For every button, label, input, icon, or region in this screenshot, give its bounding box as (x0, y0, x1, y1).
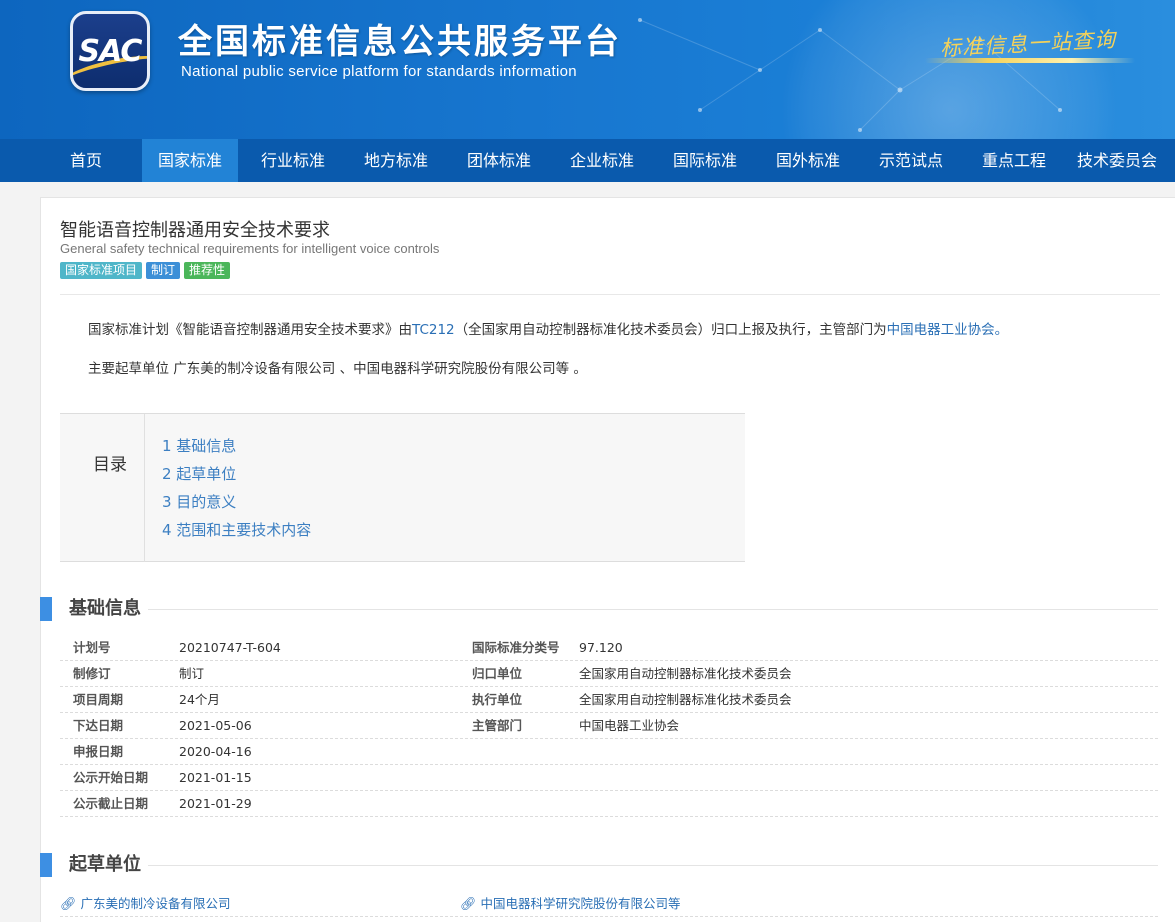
logo-text: SAC (78, 34, 143, 69)
tag-project-type: 国家标准项目 (60, 262, 143, 279)
info-label: 公示截止日期 (73, 796, 149, 811)
nav-item-international[interactable]: 国际标准 (657, 139, 753, 182)
info-row: 项目周期 24个月 执行单位 全国家用自动控制器标准化技术委员会 (60, 687, 1158, 713)
info-label: 国际标准分类号 (472, 640, 560, 655)
info-row: 计划号 20210747-T-604 国际标准分类号 97.120 (60, 635, 1158, 661)
tag-nature: 推荐性 (184, 262, 231, 279)
department-link[interactable]: 中国电器工业协会 (579, 713, 679, 739)
info-row: 下达日期 2021-05-06 主管部门 中国电器工业协会 (60, 713, 1158, 739)
info-value: 2021-01-29 (179, 796, 252, 811)
info-row: 制修订 制订 归口单位 全国家用自动控制器标准化技术委员会 (60, 661, 1158, 687)
section-title: 起草单位 (69, 854, 141, 875)
info-label: 主管部门 (472, 718, 523, 733)
toc-label: 目录 (93, 455, 127, 475)
info-label: 公示开始日期 (73, 770, 149, 785)
section-heading-drafters: 起草单位 (40, 853, 1160, 877)
nav-item-home[interactable]: 首页 (38, 139, 134, 182)
sac-logo[interactable]: SAC (70, 11, 150, 91)
info-value: 2021-01-15 (179, 770, 252, 785)
info-value: 2020-04-16 (179, 744, 252, 759)
info-value: 24个月 (179, 692, 220, 707)
site-subtitle: National public service platform for sta… (181, 63, 577, 80)
info-value: 制订 (179, 666, 205, 681)
section-title: 基础信息 (69, 598, 141, 619)
standard-title-en: General safety technical requirements fo… (60, 241, 440, 256)
nav-item-foreign[interactable]: 国外标准 (760, 139, 856, 182)
summary-text-prefix: 国家标准计划《智能语音控制器通用安全技术要求》由 (88, 322, 412, 338)
info-row: 申报日期 2020-04-16 (60, 739, 1158, 765)
nav-item-national[interactable]: 国家标准 (142, 139, 238, 182)
nav-item-enterprise[interactable]: 企业标准 (554, 139, 650, 182)
info-row: 公示截止日期 2021-01-29 (60, 791, 1158, 817)
info-row: 公示开始日期 2021-01-15 (60, 765, 1158, 791)
section-rule (148, 609, 1158, 610)
info-label: 下达日期 (73, 718, 124, 733)
nav-item-committee[interactable]: 技术委员会 (1069, 139, 1165, 182)
info-label: 项目周期 (73, 692, 124, 707)
header-banner: SAC 全国标准信息公共服务平台 National public service… (0, 0, 1175, 139)
info-label: 制修订 (73, 666, 111, 681)
drafter-link[interactable]: 🔗︎ 中国电器科学研究院股份有限公司等 (460, 893, 681, 916)
drafter-name: 广东美的制冷设备有限公司 (80, 896, 231, 911)
nav-item-pilot[interactable]: 示范试点 (863, 139, 959, 182)
main-nav: 首页 国家标准 行业标准 地方标准 团体标准 企业标准 国际标准 国外标准 示范… (0, 139, 1175, 182)
toc-item-purpose[interactable]: 3 目的意义 (162, 488, 311, 516)
link-icon: 🔗︎ (60, 897, 77, 912)
summary-text-mid: （全国家用自动控制器标准化技术委员会）归口上报及执行，主管部门为 (454, 322, 887, 338)
toc-list: 1 基础信息 2 起草单位 3 目的意义 4 范围和主要技术内容 (162, 432, 311, 544)
link-icon: 🔗︎ (460, 897, 477, 912)
nav-item-local[interactable]: 地方标准 (348, 139, 444, 182)
info-label: 申报日期 (73, 744, 124, 759)
section-rule (148, 865, 1158, 866)
tc-link[interactable]: TC212 (412, 322, 455, 338)
executing-unit-link[interactable]: 全国家用自动控制器标准化技术委员会 (579, 687, 792, 713)
nav-item-industry[interactable]: 行业标准 (245, 139, 341, 182)
slogan-underline (925, 58, 1135, 63)
info-value: 97.120 (579, 640, 623, 655)
standard-title: 智能语音控制器通用安全技术要求 (60, 220, 330, 241)
tag-revision: 制订 (146, 262, 181, 279)
drafters-paragraph: 主要起草单位 广东美的制冷设备有限公司 、中国电器科学研究院股份有限公司等 。 (88, 361, 587, 377)
drafter-row: 🔗︎ 广东美的制冷设备有限公司 🔗︎ 中国电器科学研究院股份有限公司等 (60, 893, 1158, 917)
toc-item-scope[interactable]: 4 范围和主要技术内容 (162, 516, 311, 544)
info-value: 2021-05-06 (179, 718, 252, 733)
info-label: 计划号 (73, 640, 111, 655)
info-label: 归口单位 (472, 666, 523, 681)
drafter-link[interactable]: 🔗︎ 广东美的制冷设备有限公司 (60, 893, 231, 916)
title-divider (60, 294, 1160, 295)
section-bar (40, 853, 52, 877)
toc-separator (144, 414, 145, 562)
toc-item-drafters[interactable]: 2 起草单位 (162, 460, 311, 488)
tag-list: 国家标准项目 制订 推荐性 (60, 262, 231, 279)
info-value: 20210747-T-604 (179, 640, 281, 655)
section-bar (40, 597, 52, 621)
committee-link[interactable]: 全国家用自动控制器标准化技术委员会 (579, 661, 792, 687)
nav-item-key-projects[interactable]: 重点工程 (966, 139, 1062, 182)
department-link[interactable]: 中国电器工业协会 (887, 322, 995, 338)
summary-paragraph: 国家标准计划《智能语音控制器通用安全技术要求》由TC212（全国家用自动控制器标… (88, 318, 1008, 338)
info-label: 执行单位 (472, 692, 523, 707)
drafter-name: 中国电器科学研究院股份有限公司等 (480, 896, 681, 911)
summary-text-suffix: 。 (994, 322, 1009, 338)
site-title: 全国标准信息公共服务平台 (178, 22, 622, 62)
toc-item-basic-info[interactable]: 1 基础信息 (162, 432, 311, 460)
section-heading-basic-info: 基础信息 (40, 597, 1160, 621)
nav-item-group[interactable]: 团体标准 (451, 139, 547, 182)
table-of-contents: 目录 1 基础信息 2 起草单位 3 目的意义 4 范围和主要技术内容 (60, 413, 745, 562)
